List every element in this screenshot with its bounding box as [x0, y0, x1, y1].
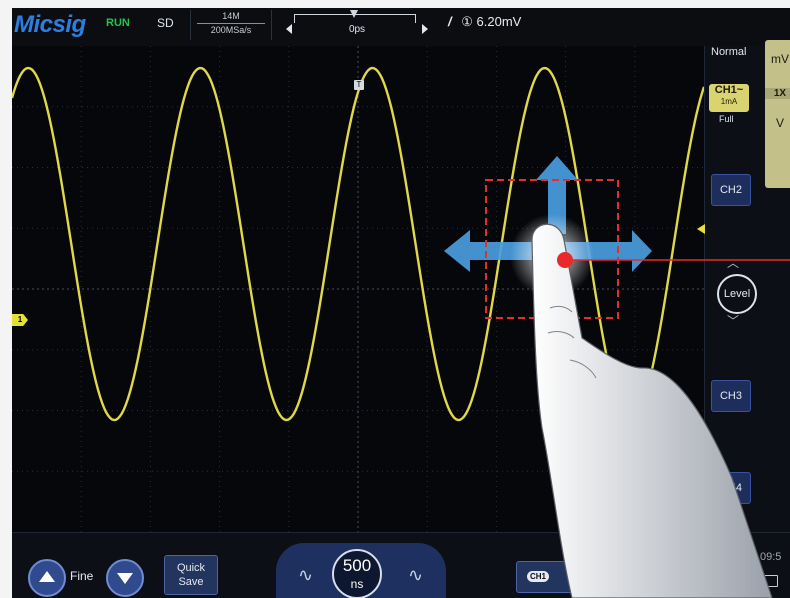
quick-save-button[interactable]: Quick Save — [164, 555, 218, 595]
right-arrow-icon[interactable] — [422, 24, 428, 34]
trigger-source-marker: ① — [461, 14, 473, 29]
timebase-unit: ns — [350, 577, 364, 591]
menu-chevron-icon[interactable]: ⌵ — [718, 573, 738, 593]
ch1-scale: 1mA — [720, 97, 738, 106]
unit-mv-option[interactable]: mV — [765, 52, 790, 66]
trigger-level-value: 6.20mV — [476, 14, 522, 29]
storage-icon[interactable] — [764, 575, 778, 587]
bottom-toolbar: Fine Quick Save ∿ 500 ns ∿ CH1 || Cursor… — [12, 532, 790, 598]
trigger-level-arrow-icon[interactable] — [697, 224, 705, 234]
status-bar: Micsig RUN SD 14M 200MSa/s 0ps / ① 6.20m… — [12, 8, 790, 47]
chevron-up-icon[interactable]: ︿ — [727, 254, 739, 271]
trigger-info[interactable]: / ① 6.20mV — [448, 14, 521, 30]
timebase-control[interactable]: ∿ 500 ns ∿ — [276, 543, 446, 598]
ch1-label: CH1~ — [714, 84, 744, 96]
trigger-position-marker[interactable]: T — [354, 80, 364, 90]
run-state-indicator[interactable]: RUN — [106, 17, 130, 29]
brand-logo: Micsig — [14, 11, 86, 38]
ch1-button[interactable]: CH1~ 1mA — [709, 84, 749, 112]
ch4-button[interactable]: CH4 — [711, 472, 751, 504]
acquisition-info[interactable]: 14M 200MSa/s — [190, 10, 272, 40]
probe-factor-option[interactable]: 1X — [765, 88, 790, 99]
rising-edge-icon: / — [448, 14, 452, 29]
ch1-bandwidth: Full — [719, 114, 734, 124]
horizontal-position-control[interactable]: 0ps — [282, 10, 432, 40]
fine-up-button[interactable] — [28, 559, 66, 597]
timebase-value: 500 — [342, 556, 372, 575]
storage-mode-label[interactable]: SD — [157, 16, 174, 30]
chevron-down-icon[interactable]: ﹀ — [727, 312, 739, 329]
cursor-label: Cursor — [662, 576, 696, 588]
horizontal-position-value: 0ps — [348, 24, 366, 35]
cursor-icon: || — [669, 558, 689, 574]
trigger-mode-label[interactable]: Normal — [711, 46, 746, 58]
sample-rate: 200MSa/s — [210, 25, 252, 35]
expand-wave-icon[interactable]: ∿ — [408, 565, 423, 586]
unit-v-option[interactable]: V — [765, 116, 790, 130]
vertical-scale-popup[interactable]: mV 1X V — [765, 40, 790, 188]
ac-coupling-icon: ~ — [736, 84, 744, 96]
channel-panel: Normal mV 1X V CH1~ 1mA Full CH2 ︿ Level… — [697, 40, 790, 536]
waveform-grid[interactable]: T 1 — [12, 46, 704, 532]
cursor-button[interactable]: || Cursor — [652, 555, 706, 597]
ch3-button[interactable]: CH3 — [711, 380, 751, 412]
channel-select-button[interactable]: CH1 — [516, 561, 574, 593]
fine-down-button[interactable] — [106, 559, 144, 597]
fine-label: Fine — [70, 569, 94, 583]
screen-icon[interactable] — [744, 575, 758, 587]
channel-select-label: CH1 — [527, 571, 550, 582]
ch2-button[interactable]: CH2 — [711, 174, 751, 206]
memory-depth: 14M — [197, 10, 265, 24]
oscilloscope-screen: Micsig RUN SD 14M 200MSa/s 0ps / ① 6.20m… — [12, 8, 790, 598]
level-knob[interactable]: Level — [717, 274, 757, 314]
compress-wave-icon[interactable]: ∿ — [298, 565, 313, 586]
grid-lines — [12, 46, 704, 532]
timebase-knob[interactable]: 500 ns — [332, 549, 382, 598]
clock: 09:5 — [760, 551, 782, 563]
